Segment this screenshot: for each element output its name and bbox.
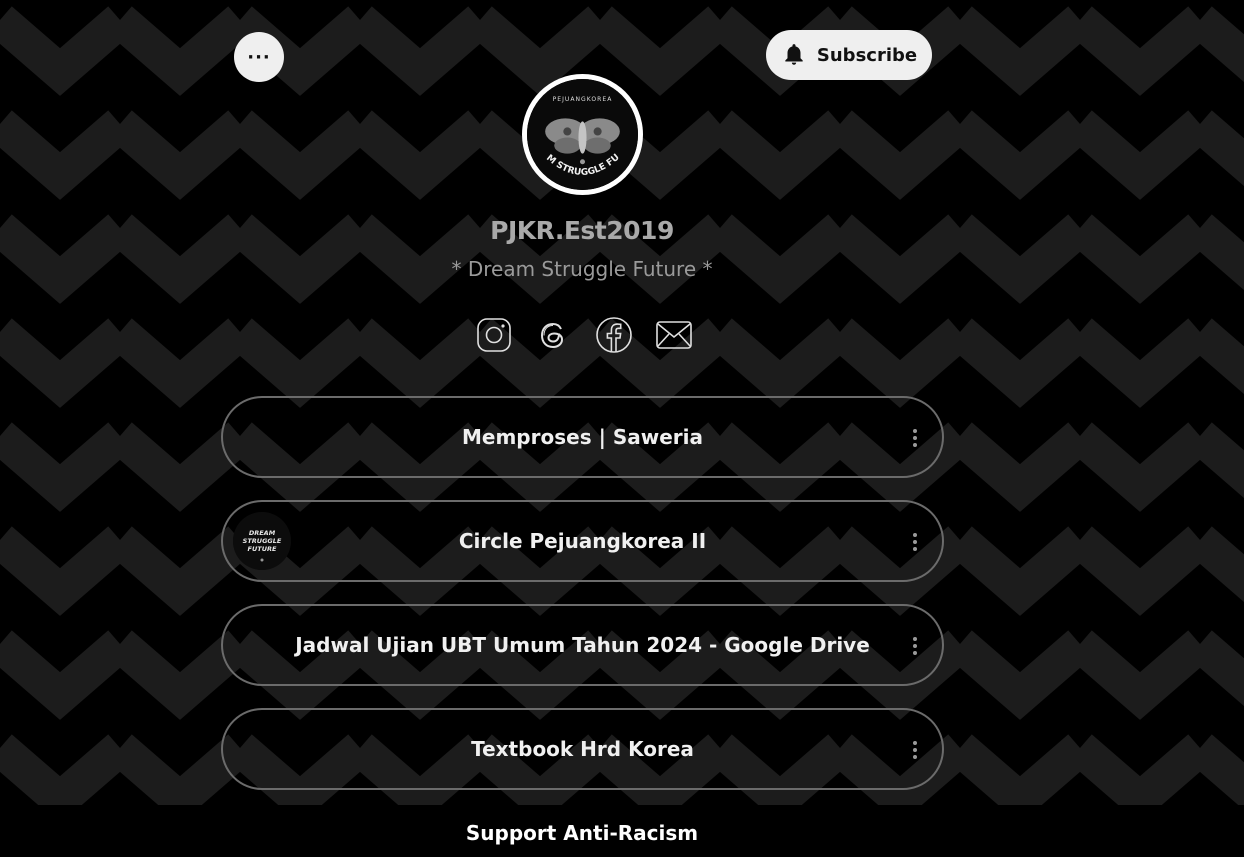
instagram-link[interactable]: [475, 316, 513, 354]
threads-icon: [540, 322, 564, 349]
moth-logo: PEJUANGKOREA DREAM STRUGGLE FUTURE: [527, 79, 638, 190]
svg-text:PEJUANGKOREA: PEJUANGKOREA: [553, 96, 613, 103]
facebook-link[interactable]: [595, 316, 633, 354]
link-thumbnail: DREAM STRUGGLE FUTURE: [233, 512, 291, 570]
subscribe-button[interactable]: Subscribe: [766, 30, 932, 80]
svg-text:STRUGGLE: STRUGGLE: [243, 537, 282, 545]
profile-avatar: PEJUANGKOREA DREAM STRUGGLE FUTURE: [522, 74, 643, 195]
link-label: Memproses | Saweria: [462, 425, 703, 449]
kebab-menu-icon[interactable]: [910, 533, 920, 551]
svg-text:DREAM: DREAM: [249, 529, 276, 537]
link-button-circle-pejuangkorea[interactable]: DREAM STRUGGLE FUTURE Circle Pejuangkore…: [221, 500, 944, 582]
email-link[interactable]: [655, 316, 693, 354]
more-options-button[interactable]: ···: [234, 32, 284, 82]
threads-link[interactable]: [535, 316, 573, 354]
link-button-saweria[interactable]: Memproses | Saweria: [221, 396, 944, 478]
support-anti-racism-link[interactable]: Support Anti-Racism: [0, 821, 1164, 845]
link-label: Jadwal Ujian UBT Umum Tahun 2024 - Googl…: [295, 633, 870, 657]
link-label: Circle Pejuangkorea II: [458, 529, 707, 553]
kebab-menu-icon[interactable]: [910, 741, 920, 759]
kebab-menu-icon[interactable]: [910, 429, 920, 447]
profile-bio: * Dream Struggle Future *: [451, 257, 713, 281]
social-links: [475, 316, 693, 354]
profile-name: PJKR.Est2019: [490, 216, 674, 245]
link-button-jadwal-ujian[interactable]: Jadwal Ujian UBT Umum Tahun 2024 - Googl…: [221, 604, 944, 686]
email-icon: [656, 321, 692, 349]
instagram-icon: [477, 318, 511, 352]
facebook-icon: [596, 317, 632, 353]
linktree-page: ··· Subscribe PEJUANGKOREA DREAM STRUGG: [0, 0, 1244, 857]
link-button-textbook[interactable]: Textbook Hrd Korea: [221, 708, 944, 790]
svg-text:FUTURE: FUTURE: [248, 545, 277, 553]
link-label: Textbook Hrd Korea: [471, 737, 694, 761]
kebab-menu-icon[interactable]: [910, 637, 920, 655]
subscribe-label: Subscribe: [816, 44, 918, 66]
bell-icon: [785, 44, 803, 65]
